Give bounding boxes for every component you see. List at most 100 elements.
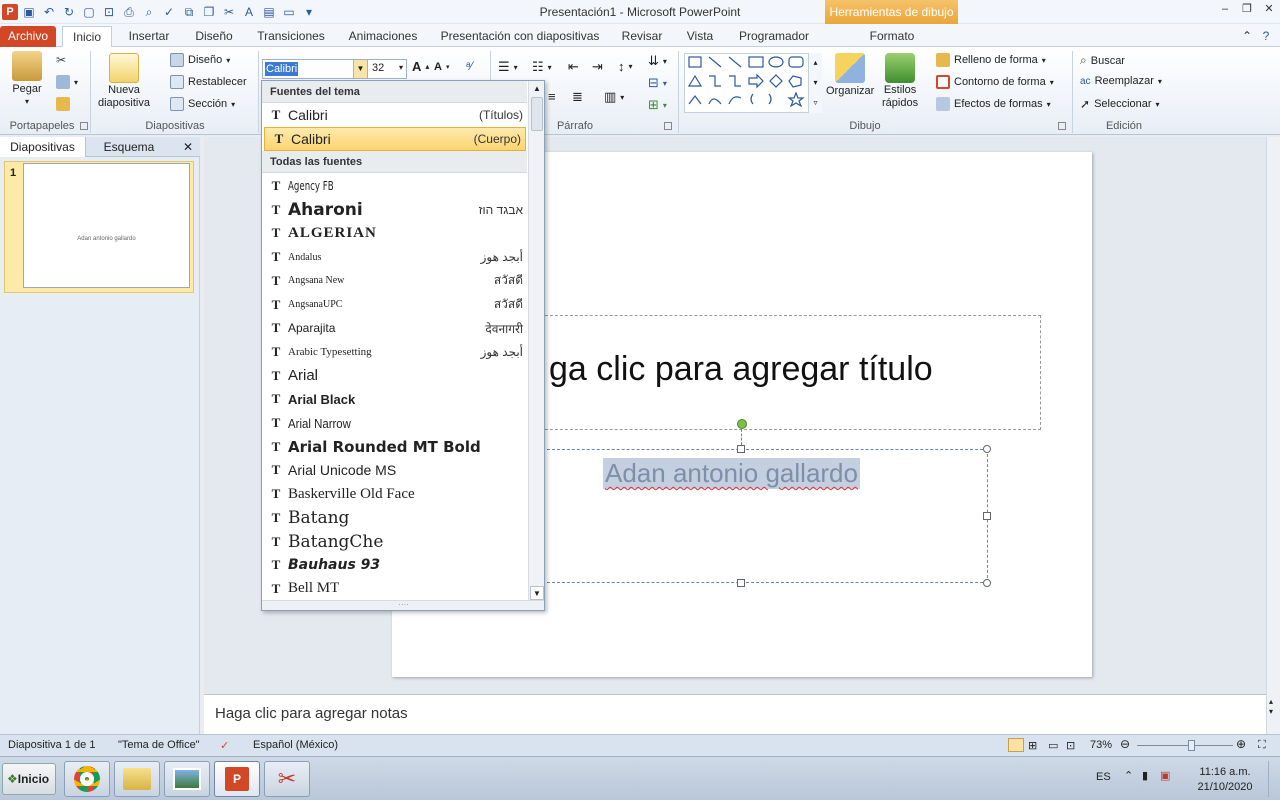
vertical-scrollbar[interactable]: ▴ ▾ — [1266, 137, 1280, 734]
tab-diapositivas[interactable]: Diapositivas — [0, 137, 86, 157]
close-icon[interactable]: ✕ — [1262, 2, 1276, 16]
columns-icon[interactable]: ▥ ▾ — [604, 89, 624, 105]
line-shape-icon[interactable] — [708, 56, 722, 68]
right-arrow-shape-icon[interactable] — [748, 73, 764, 89]
resize-handle-bottom-right[interactable] — [983, 579, 991, 587]
help-icon[interactable]: ? — [1258, 26, 1274, 47]
customize-qat-icon[interactable]: ▾ — [300, 3, 318, 21]
justify-icon[interactable]: ≣ — [572, 89, 583, 105]
star-shape-icon[interactable] — [787, 91, 805, 108]
down-arrow-shape-icon[interactable] — [769, 74, 783, 88]
subtitle-selected-text[interactable]: Adan antonio gallardo — [603, 458, 860, 489]
start-button[interactable]: ❖Inicio — [2, 763, 56, 795]
font-item[interactable]: T Baskerville Old Face — [262, 482, 527, 506]
spelling-check-icon[interactable]: ✓ — [220, 739, 229, 752]
font-item[interactable]: T Bauhaus 93 — [262, 553, 527, 577]
tab-formato[interactable]: Formato — [860, 26, 924, 47]
font-item[interactable]: T Aparajita देवनागरी — [262, 316, 527, 340]
resize-handle-right[interactable] — [983, 512, 991, 520]
tab-presentacion[interactable]: Presentación con diapositivas — [436, 26, 604, 47]
gallery-scroll-icon[interactable]: ▴ ▾ ▿ — [808, 53, 822, 113]
zoom-in-icon[interactable]: ⊕ — [1236, 737, 1246, 751]
portapapeles-launcher-icon[interactable] — [80, 122, 88, 130]
font-size-dropdown-icon[interactable]: ▾ — [399, 63, 403, 72]
input-language[interactable]: ES — [1096, 771, 1111, 783]
tab-programador[interactable]: Programador — [734, 26, 814, 47]
parrafo-launcher-icon[interactable] — [664, 122, 672, 130]
font-item[interactable]: T Batang — [262, 506, 527, 530]
decrease-indent-icon[interactable]: ⇤ — [568, 59, 579, 75]
minimize-icon[interactable]: – — [1218, 2, 1232, 16]
grow-font-icon[interactable]: A ▴ — [412, 59, 429, 74]
zoom-level[interactable]: 73% — [1090, 739, 1112, 751]
numbering-icon[interactable]: ☷ ▾ — [532, 59, 552, 75]
zoom-out-icon[interactable]: ⊖ — [1120, 737, 1130, 751]
font-dropdown[interactable]: Fuentes del tema T Calibri (Títulos) T Calib… — [261, 80, 545, 611]
rotation-handle[interactable] — [737, 419, 747, 429]
save-icon[interactable]: ▣ — [20, 3, 38, 21]
align-left-icon[interactable]: ≡ — [548, 89, 556, 104]
find-button[interactable]: ⌕ Buscar — [1080, 53, 1125, 68]
open-icon[interactable]: ⊡ — [100, 3, 118, 21]
new-slide-button[interactable]: Nueva diapositiva — [98, 53, 150, 109]
fit-to-window-icon[interactable]: ⛶ — [1258, 739, 1266, 752]
oval-shape-icon[interactable] — [768, 56, 784, 68]
font-item[interactable]: T Arial — [262, 364, 527, 388]
tab-esquema[interactable]: Esquema — [86, 137, 172, 157]
resize-handle-bottom[interactable] — [737, 579, 745, 587]
show-desktop-button[interactable] — [1268, 761, 1278, 797]
font-item[interactable]: T Andalus أبجد هوز — [262, 245, 527, 269]
scroll-arrows-icon[interactable]: ▴ ▾ — [1269, 697, 1273, 717]
smartart-icon[interactable]: ⊞ ▾ — [648, 97, 667, 113]
shape-fill-button[interactable]: Relleno de forma ▾ — [936, 53, 1046, 67]
dropdown-scrollbar[interactable]: ▲ ▼ — [528, 81, 544, 601]
reset-button[interactable]: Restablecer — [170, 75, 247, 89]
restore-icon[interactable]: ❐ — [1240, 2, 1254, 16]
curve-shape-icon[interactable] — [708, 98, 722, 105]
clear-format-icon[interactable]: ᵃ⁄ — [466, 59, 472, 73]
tab-inicio[interactable]: Inicio — [62, 26, 112, 48]
tab-archivo[interactable]: Archivo — [0, 26, 56, 47]
paste-icon[interactable]: ▤ — [260, 3, 278, 21]
font-size-field[interactable]: 32 ▾ — [367, 59, 407, 79]
undo-icon[interactable]: ↶ — [40, 3, 58, 21]
tab-animaciones[interactable]: Animaciones — [342, 26, 424, 47]
font-dropdown-icon[interactable]: ▼ — [353, 60, 367, 78]
preview-icon[interactable]: ⌕ — [140, 3, 158, 21]
increase-indent-icon[interactable]: ⇥ — [592, 59, 603, 75]
bullets-icon[interactable]: ☰ ▾ — [498, 59, 518, 75]
organize-button[interactable]: Organizar — [826, 53, 874, 97]
folder-icon[interactable]: ▭ — [280, 3, 298, 21]
font-item[interactable]: T Angsana New สวัสดี — [262, 269, 527, 293]
system-clock[interactable]: 11:16 a.m. 21/10/2020 — [1190, 765, 1260, 795]
title-placeholder[interactable]: ga clic para agregar título — [530, 315, 1041, 430]
line-spacing-icon[interactable]: ↕ ▾ — [618, 59, 633, 74]
cut-button[interactable]: ✂ — [56, 53, 70, 67]
subtitle-textbox[interactable]: Adan antonio gallardo — [542, 449, 988, 583]
arrow-line-shape-icon[interactable] — [728, 56, 742, 68]
font-item[interactable]: T ALGERIAN — [262, 221, 527, 245]
arc-shape-icon[interactable] — [728, 96, 742, 105]
cut-icon[interactable]: ✂ — [220, 3, 238, 21]
left-brace-shape-icon[interactable] — [750, 93, 754, 105]
battery-warning-icon[interactable]: ▣ — [1160, 769, 1170, 782]
tab-transiciones[interactable]: Transiciones — [252, 26, 330, 47]
elbow-arrow-shape-icon[interactable] — [729, 75, 741, 87]
close-pane-icon[interactable]: ✕ — [180, 137, 196, 157]
spelling-icon[interactable]: ✓ — [160, 3, 178, 21]
network-icon[interactable]: ▮ — [1142, 769, 1148, 782]
format-painter-button[interactable] — [56, 97, 70, 111]
print-icon[interactable]: ⎙ — [120, 3, 138, 21]
zoom-slider-track[interactable] — [1137, 745, 1233, 746]
tab-revisar[interactable]: Revisar — [616, 26, 668, 47]
new-file-icon[interactable]: ▢ — [80, 3, 98, 21]
section-button[interactable]: Sección ▾ — [170, 97, 235, 111]
font-item[interactable]: T Arial Unicode MS — [262, 458, 527, 482]
tab-insertar[interactable]: Insertar — [118, 26, 180, 47]
scroll-up-icon[interactable]: ▲ — [530, 82, 544, 96]
font-item[interactable]: T Bell MT — [262, 577, 527, 601]
taskbar-snipping[interactable]: ✂ — [264, 761, 310, 797]
tab-diseno[interactable]: Diseño — [186, 26, 242, 47]
zoom-slider-thumb[interactable] — [1187, 740, 1195, 751]
font-item[interactable]: T Arial Rounded MT Bold — [262, 435, 527, 459]
